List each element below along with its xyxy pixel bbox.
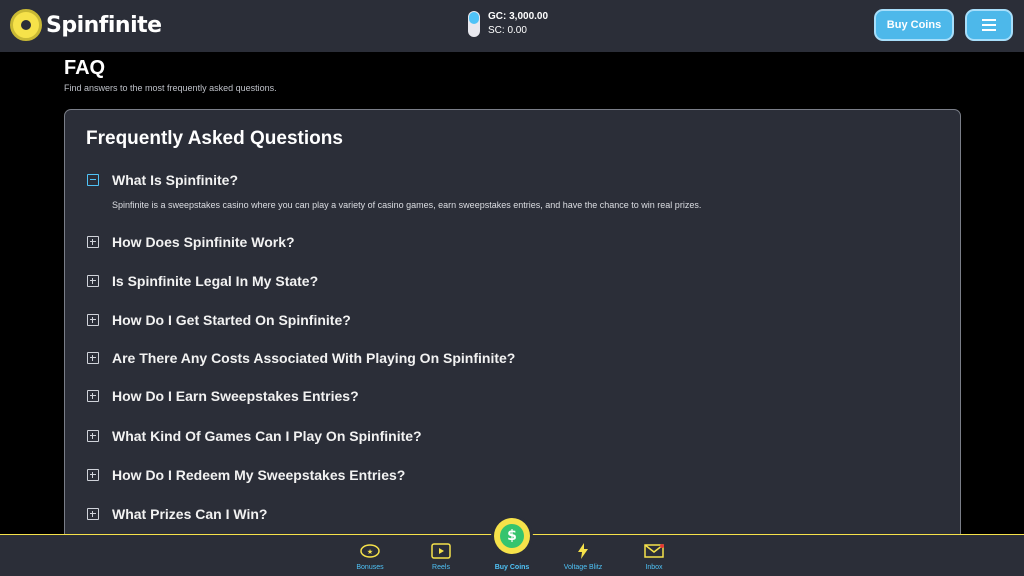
svg-text:★: ★ (367, 548, 373, 556)
faq-item[interactable]: How Do I Get Started On Spinfinite? (87, 312, 351, 328)
nav-label: Buy Coins (494, 564, 530, 571)
faq-answer: Spinfinite is a sweepstakes casino where… (112, 200, 702, 210)
dollar-coin-icon: $ (500, 524, 524, 548)
faq-item[interactable]: What Prizes Can I Win? (87, 506, 267, 522)
expand-icon[interactable] (87, 275, 99, 287)
expand-icon[interactable] (87, 508, 99, 520)
nav-inbox[interactable]: Inbox (624, 535, 684, 571)
buy-coins-button[interactable]: Buy Coins (874, 9, 954, 41)
lightning-icon (576, 541, 590, 561)
page-title: FAQ (64, 57, 106, 79)
menu-button[interactable] (965, 9, 1013, 41)
nav-voltage-blitz[interactable]: Voltage Blitz (553, 535, 613, 571)
expand-icon[interactable] (87, 314, 99, 326)
expand-icon[interactable] (87, 390, 99, 402)
nav-label: Inbox (645, 564, 663, 571)
faq-question[interactable]: What Kind Of Games Can I Play On Spinfin… (112, 428, 422, 444)
play-reel-icon (431, 541, 451, 561)
sc-balance: SC: 0.00 (488, 25, 527, 36)
faq-question[interactable]: Are There Any Costs Associated With Play… (112, 350, 515, 366)
faq-item[interactable]: What Is Spinfinite? (87, 172, 238, 188)
faq-item[interactable]: Are There Any Costs Associated With Play… (87, 350, 515, 366)
faq-question[interactable]: How Do I Redeem My Sweepstakes Entries? (112, 467, 405, 483)
expand-icon[interactable] (87, 352, 99, 364)
faq-question[interactable]: How Do I Earn Sweepstakes Entries? (112, 388, 359, 404)
faq-item[interactable]: How Does Spinfinite Work? (87, 234, 295, 250)
nav-label: Voltage Blitz (563, 564, 603, 571)
balance-display[interactable]: GC: 3,000.00 SC: 0.00 (468, 10, 548, 38)
envelope-icon (644, 541, 664, 561)
currency-toggle-icon[interactable] (468, 11, 480, 37)
brand-name: Spinfinite (46, 12, 162, 38)
faq-item[interactable]: What Kind Of Games Can I Play On Spinfin… (87, 428, 422, 444)
logo-chip-icon (10, 9, 42, 41)
hamburger-icon (982, 19, 996, 21)
nav-bonuses[interactable]: ★ Bonuses (340, 535, 400, 571)
faq-heading: Frequently Asked Questions (86, 128, 343, 149)
faq-question[interactable]: Is Spinfinite Legal In My State? (112, 273, 318, 289)
faq-question[interactable]: How Does Spinfinite Work? (112, 234, 295, 250)
nav-reels[interactable]: Reels (411, 535, 471, 571)
top-header: Spinfinite GC: 3,000.00 SC: 0.00 Buy Coi… (0, 0, 1024, 52)
nav-label: Bonuses (356, 564, 384, 571)
brand-logo[interactable]: Spinfinite (10, 9, 162, 41)
page-subtitle: Find answers to the most frequently aske… (64, 83, 277, 93)
gc-balance: GC: 3,000.00 (488, 11, 549, 22)
faq-item[interactable]: How Do I Earn Sweepstakes Entries? (87, 388, 359, 404)
faq-item[interactable]: Is Spinfinite Legal In My State? (87, 273, 318, 289)
faq-card: Frequently Asked Questions What Is Spinf… (64, 109, 961, 549)
nav-label: Reels (432, 564, 450, 571)
faq-question[interactable]: How Do I Get Started On Spinfinite? (112, 312, 351, 328)
expand-icon[interactable] (87, 469, 99, 481)
faq-question[interactable]: What Prizes Can I Win? (112, 506, 267, 522)
bonus-badge-icon: ★ (360, 541, 380, 561)
expand-icon[interactable] (87, 430, 99, 442)
faq-question[interactable]: What Is Spinfinite? (112, 172, 238, 188)
buy-coins-fab[interactable]: $ (494, 518, 530, 554)
expand-icon[interactable] (87, 236, 99, 248)
faq-item[interactable]: How Do I Redeem My Sweepstakes Entries? (87, 467, 405, 483)
collapse-icon[interactable] (87, 174, 99, 186)
